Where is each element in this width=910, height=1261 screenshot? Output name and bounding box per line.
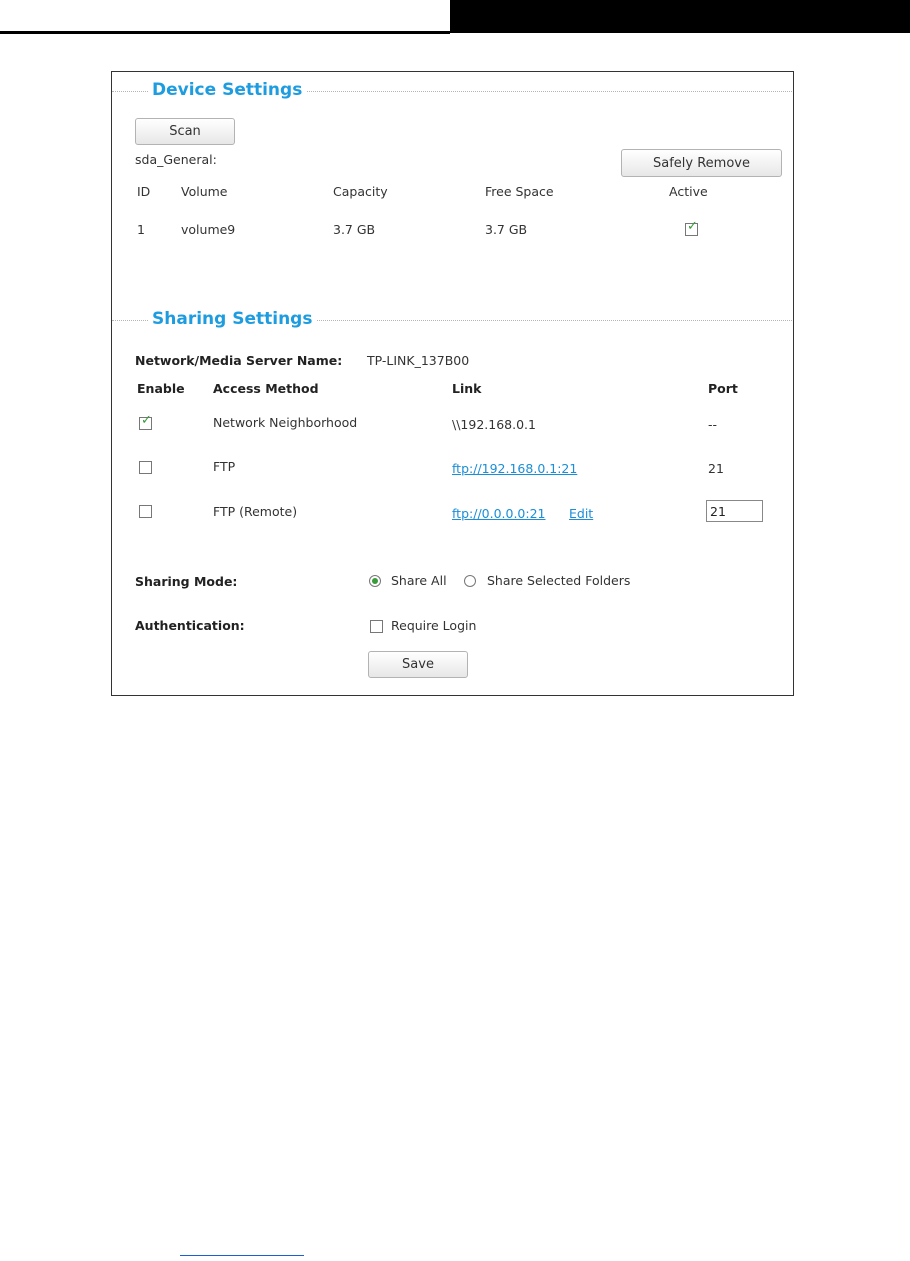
volume-free-space: 3.7 GB [485,222,528,237]
column-header-enable: Enable [137,381,185,396]
share-selected-folders-radio[interactable] [464,575,476,587]
server-name-value: TP-LINK_137B00 [367,353,470,368]
access-method-network-neighborhood: Network Neighborhood [213,415,358,430]
safely-remove-button[interactable]: Safely Remove [621,149,782,177]
usb-settings-panel: Device Settings Scan sda_General: Safely… [111,71,794,696]
sharing-mode-label: Sharing Mode: [135,574,238,589]
network-neighborhood-enable-checkbox[interactable]: ✓ [139,413,152,430]
access-method-ftp: FTP [213,459,236,474]
ftp-enable-checkbox[interactable] [139,461,152,474]
require-login-label: Require Login [391,618,477,633]
require-login-checkbox[interactable] [370,620,383,633]
share-selected-folders-label: Share Selected Folders [487,573,631,588]
disk-name: sda_General: [135,152,217,167]
column-header-id: ID [137,184,151,199]
volume-active-checkbox[interactable]: ✓ [685,219,698,236]
server-name-label: Network/Media Server Name: [135,353,343,368]
checkmark-icon: ✓ [141,413,152,428]
ftp-remote-port-input[interactable] [706,500,763,522]
device-settings-title: Device Settings [148,80,307,100]
column-header-volume: Volume [181,184,228,199]
access-method-ftp-remote: FTP (Remote) [213,504,298,519]
share-all-radio[interactable] [369,575,381,587]
ftp-remote-link[interactable]: ftp://0.0.0.0:21 [452,506,546,521]
ftp-link[interactable]: ftp://192.168.0.1:21 [452,461,577,476]
column-header-port: Port [708,381,738,396]
footer-link-underline [180,1255,304,1256]
column-header-access-method: Access Method [213,381,319,396]
header-black-block [450,0,910,33]
column-header-free-space: Free Space [485,184,554,199]
ftp-port: 21 [708,461,724,476]
authentication-label: Authentication: [135,618,245,633]
share-all-label: Share All [391,573,447,588]
volume-name: volume9 [181,222,236,237]
network-neighborhood-port: -- [708,417,718,432]
sharing-settings-title: Sharing Settings [148,309,317,329]
save-button[interactable]: Save [368,651,468,678]
radio-selected-dot [372,578,378,584]
column-header-capacity: Capacity [333,184,388,199]
document-header-bar [0,0,910,36]
ftp-remote-enable-checkbox[interactable] [139,505,152,518]
column-header-active: Active [669,184,708,199]
column-header-link: Link [452,381,482,396]
ftp-remote-edit-link[interactable]: Edit [569,506,593,521]
volume-id: 1 [137,222,145,237]
header-rule [0,31,450,34]
network-neighborhood-link: \\192.168.0.1 [452,417,536,432]
checkmark-icon: ✓ [687,219,698,234]
scan-button[interactable]: Scan [135,118,235,145]
volume-capacity: 3.7 GB [333,222,376,237]
